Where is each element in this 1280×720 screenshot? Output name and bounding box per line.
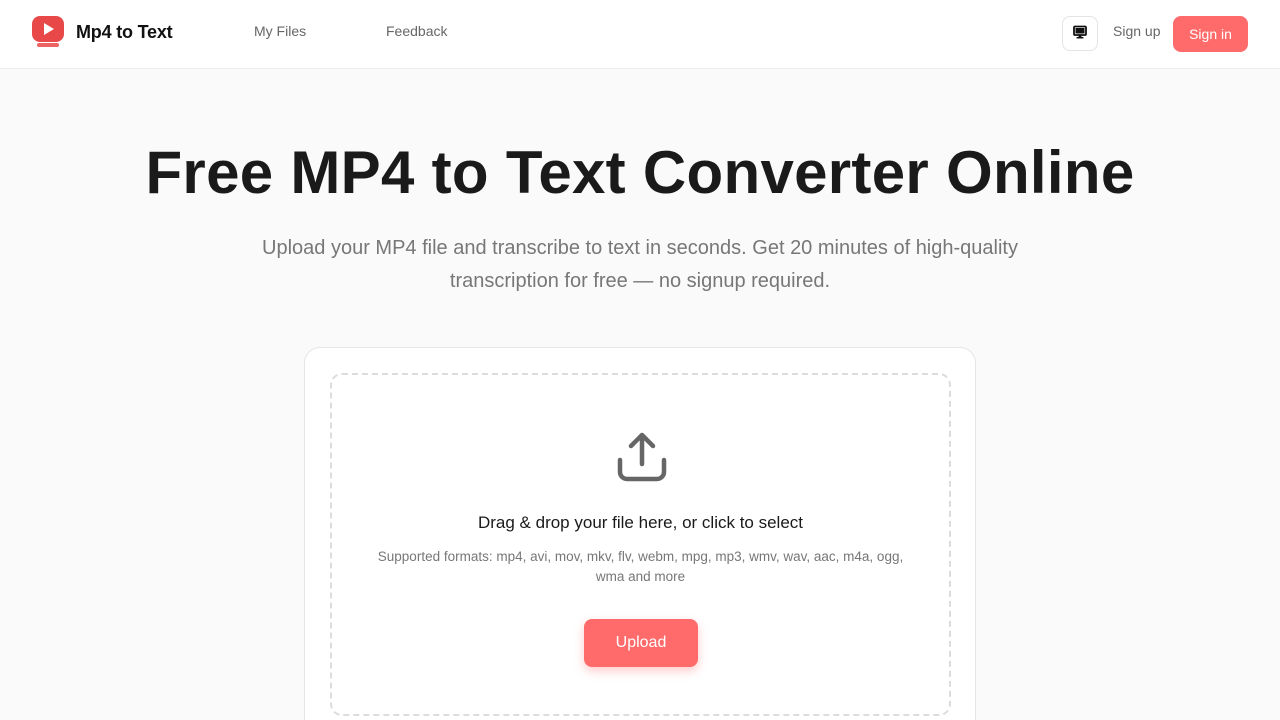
dropzone-title: Drag & drop your file here, or click to … [477, 513, 804, 532]
file-dropzone[interactable]: Drag & drop your file here, or click to … [330, 373, 951, 716]
upload-icon [616, 430, 668, 482]
brand-name: Mp4 to Text [76, 21, 173, 42]
top-navbar: Mp4 to Text My Files Feedback Sign up Si… [0, 0, 1280, 69]
brand-logo-link[interactable]: Mp4 to Text [32, 16, 173, 48]
nav-link-my-files[interactable]: My Files [254, 23, 306, 39]
page-title: Free MP4 to Text Converter Online [145, 139, 1135, 206]
supported-formats-text: Supported formats: mp4, avi, mov, mkv, f… [377, 549, 904, 584]
sign-up-link[interactable]: Sign up [1113, 23, 1160, 39]
monitor-icon [1072, 24, 1088, 43]
upload-button[interactable]: Upload [584, 619, 698, 667]
theme-toggle-button[interactable] [1062, 16, 1098, 51]
play-logo-icon [32, 16, 64, 48]
sign-in-button[interactable]: Sign in [1173, 16, 1248, 52]
upload-card: Drag & drop your file here, or click to … [304, 347, 976, 720]
page-subtitle: Upload your MP4 file and transcribe to t… [262, 237, 1018, 292]
nav-link-feedback[interactable]: Feedback [386, 23, 447, 39]
